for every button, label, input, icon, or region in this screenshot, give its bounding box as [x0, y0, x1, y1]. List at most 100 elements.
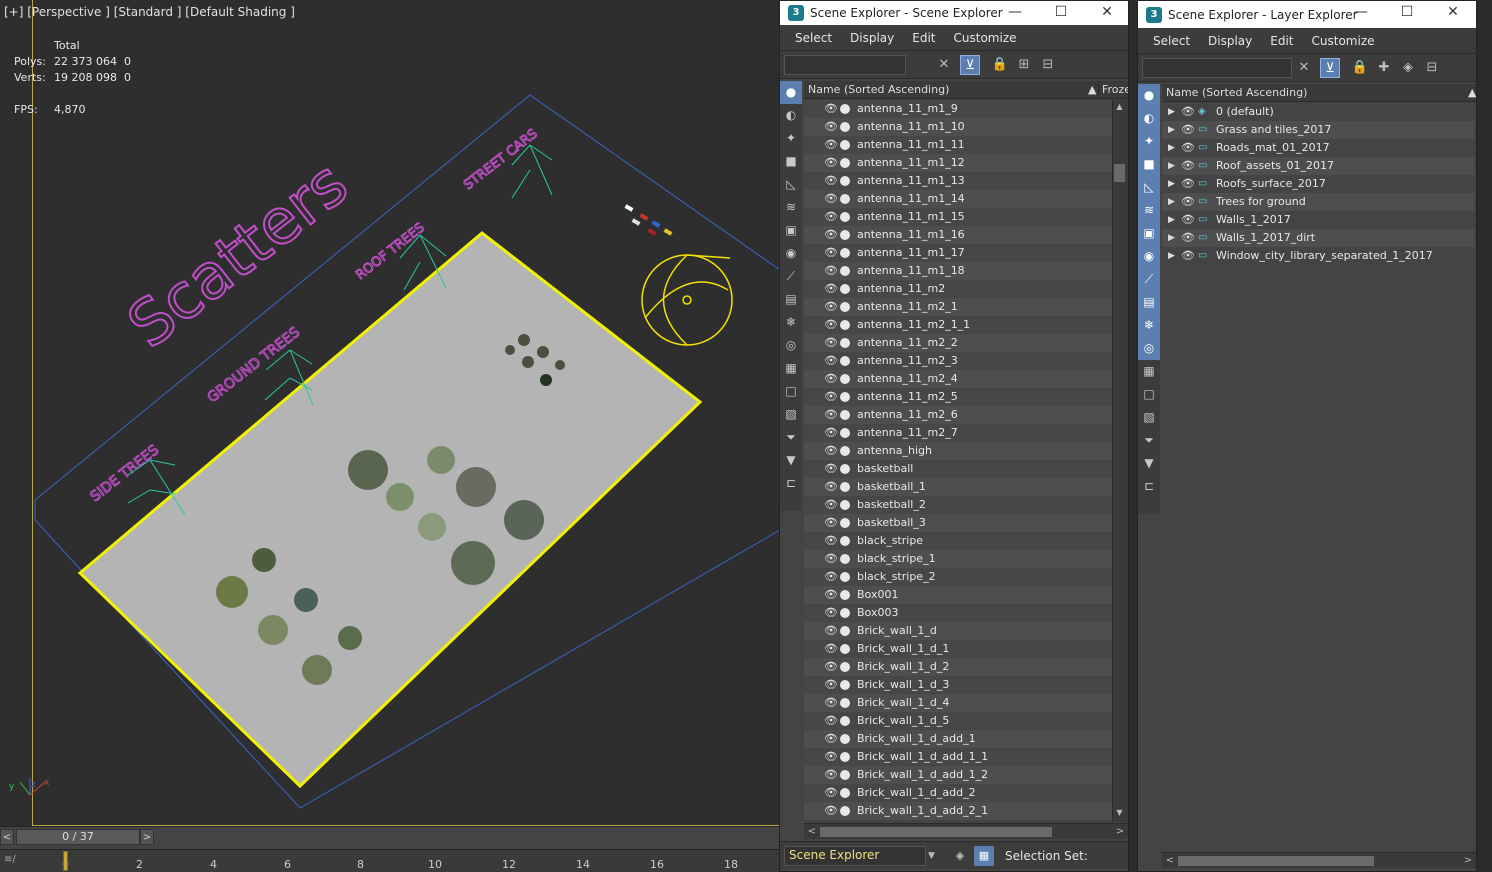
render-dot-icon[interactable] — [840, 302, 850, 312]
render-dot-icon[interactable] — [840, 212, 850, 222]
list-item[interactable]: 👁 Brick_wall_1_d_4 — [804, 694, 1112, 712]
list-item[interactable]: 👁 Brick_wall_1_d_add_1_1 — [804, 748, 1112, 766]
list-item[interactable]: 👁 antenna_11_m2_4 — [804, 370, 1112, 388]
list-item[interactable]: 👁 antenna_11_m1_15 — [804, 208, 1112, 226]
list-item[interactable]: 👁 antenna_11_m1_9 — [804, 100, 1112, 118]
timeline-ruler[interactable]: 0 2 4 6 8 10 12 14 16 18 — [0, 849, 779, 872]
minimize-button[interactable]: — — [992, 1, 1038, 25]
visibility-eye-icon[interactable]: 👁 — [824, 568, 838, 586]
render-dot-icon[interactable] — [840, 572, 850, 582]
hierarchy-icon[interactable]: ⊞ — [1014, 55, 1034, 75]
menu-display[interactable]: Display — [841, 31, 903, 45]
display-none-icon[interactable]: □ — [1138, 383, 1160, 406]
filter-funnel-icon[interactable]: ⏷ — [1138, 429, 1160, 452]
list-item[interactable]: 👁 basketball_1 — [804, 478, 1112, 496]
list-item[interactable]: 👁 antenna_11_m1_18 — [804, 262, 1112, 280]
expand-arrow-icon[interactable]: ▶ — [1168, 193, 1175, 211]
filter-funnel-icon[interactable]: ⏷ — [780, 426, 802, 449]
list-item[interactable]: 👁 antenna_11_m2 — [804, 280, 1112, 298]
visibility-eye-icon[interactable]: 👁 — [824, 424, 838, 442]
list-item[interactable]: 👁 antenna_11_m2_2 — [804, 334, 1112, 352]
groups-filter-icon[interactable]: ▣ — [780, 219, 802, 242]
render-dot-icon[interactable] — [840, 194, 850, 204]
render-dot-icon[interactable] — [840, 284, 850, 294]
hierarchy-mode-icon[interactable]: ▦ — [974, 846, 994, 866]
lights-filter-icon[interactable]: ✦ — [1138, 130, 1160, 153]
visibility-eye-icon[interactable]: 👁 — [824, 154, 838, 172]
list-item[interactable]: 👁 Brick_wall_1_d_1 — [804, 640, 1112, 658]
display-none-icon[interactable]: □ — [780, 380, 802, 403]
xrefs-filter-icon[interactable]: ◉ — [780, 242, 802, 265]
layers-stack-icon[interactable]: ◈ — [1398, 58, 1418, 78]
scene-canvas[interactable]: Scatters SIDE TREES GROUND TREES ROOF TR… — [0, 0, 779, 826]
render-dot-icon[interactable] — [840, 590, 850, 600]
sort-ascending-icon[interactable]: ▲ — [1468, 84, 1476, 102]
list-item[interactable]: 👁 Brick_wall_1_d_add_2 — [804, 784, 1112, 802]
render-dot-icon[interactable] — [840, 698, 850, 708]
search-input[interactable] — [784, 55, 906, 75]
list-item[interactable]: 👁 basketball — [804, 460, 1112, 478]
filter-toggle-icon[interactable]: ⊻ — [1320, 58, 1340, 78]
layers-icon[interactable]: ◈ — [950, 846, 970, 866]
maximize-button[interactable]: ☐ — [1384, 1, 1430, 25]
menu-display[interactable]: Display — [1199, 34, 1261, 48]
list-item[interactable]: 👁 Brick_wall_1_d — [804, 622, 1112, 640]
list-item[interactable]: 👁 antenna_11_m2_6 — [804, 406, 1112, 424]
list-item[interactable]: ▶ 👁 ▭ Walls_1_2017 — [1162, 211, 1474, 229]
menu-customize[interactable]: Customize — [945, 31, 1026, 45]
expand-arrow-icon[interactable]: ▶ — [1168, 247, 1175, 265]
helpers-filter-icon[interactable]: ◺ — [1138, 176, 1160, 199]
render-dot-icon[interactable] — [840, 500, 850, 510]
visibility-eye-icon[interactable]: 👁 — [824, 478, 838, 496]
visibility-eye-icon[interactable]: 👁 — [824, 100, 838, 118]
visibility-eye-icon[interactable]: 👁 — [824, 208, 838, 226]
list-item[interactable]: 👁 black_stripe_2 — [804, 568, 1112, 586]
expand-arrow-icon[interactable]: ▶ — [1168, 157, 1175, 175]
scene-object-list[interactable]: 👁 antenna_11_m1_9 👁 antenna_11_m1_10 👁 antenn… — [804, 100, 1112, 820]
list-item[interactable]: ▶ 👁 ◈ 0 (default) — [1162, 103, 1474, 121]
expand-arrow-icon[interactable]: ▶ — [1168, 211, 1175, 229]
maximize-button[interactable]: ☐ — [1038, 1, 1084, 25]
geometry-filter-icon[interactable]: ● — [780, 81, 802, 104]
visibility-eye-icon[interactable]: 👁 — [824, 730, 838, 748]
spacewarps-filter-icon[interactable]: ≋ — [1138, 199, 1160, 222]
visibility-eye-icon[interactable]: 👁 — [824, 352, 838, 370]
filter-icon[interactable]: ▼ — [1138, 452, 1160, 475]
menu-select[interactable]: Select — [1144, 34, 1199, 48]
visibility-eye-icon[interactable]: 👁 — [824, 316, 838, 334]
visibility-eye-icon[interactable]: 👁 — [1181, 139, 1195, 157]
visibility-eye-icon[interactable]: 👁 — [824, 514, 838, 532]
visibility-eye-icon[interactable]: 👁 — [824, 784, 838, 802]
visibility-eye-icon[interactable]: 👁 — [824, 532, 838, 550]
filter-toggle-icon[interactable]: ⊻ — [960, 55, 980, 75]
list-item[interactable]: 👁 Box001 — [804, 586, 1112, 604]
containers-filter-icon[interactable]: ▤ — [1138, 291, 1160, 314]
xrefs-filter-icon[interactable]: ◉ — [1138, 245, 1160, 268]
render-dot-icon[interactable] — [840, 158, 850, 168]
scene-list-vscrollbar[interactable]: ▲ ▼ — [1112, 100, 1128, 822]
render-dot-icon[interactable] — [840, 482, 850, 492]
clear-search-icon[interactable]: ✕ — [934, 55, 954, 75]
close-button[interactable]: ✕ — [1430, 1, 1476, 25]
layer-explorer-titlebar[interactable]: 3 Scene Explorer - Layer Explorer — ☐ ✕ — [1138, 1, 1476, 28]
list-item[interactable]: 👁 antenna_11_m2_3 — [804, 352, 1112, 370]
close-button[interactable]: ✕ — [1084, 1, 1128, 25]
perspective-viewport[interactable]: [+] [Perspective ] [Standard ] [Default … — [0, 0, 779, 826]
visibility-eye-icon[interactable]: 👁 — [824, 370, 838, 388]
list-item[interactable]: 👁 antenna_11_m1_12 — [804, 154, 1112, 172]
render-dot-icon[interactable] — [840, 392, 850, 402]
hierarchy-collapse-icon[interactable]: ⊟ — [1422, 58, 1442, 78]
sort-ascending-icon[interactable]: ▲ — [1088, 81, 1096, 99]
render-dot-icon[interactable] — [840, 752, 850, 762]
render-dot-icon[interactable] — [840, 788, 850, 798]
list-item[interactable]: 👁 Brick_wall_1_d_3 — [804, 676, 1112, 694]
visibility-eye-icon[interactable]: 👁 — [824, 442, 838, 460]
bones-filter-icon[interactable]: ⟋ — [1138, 268, 1160, 291]
render-dot-icon[interactable] — [840, 608, 850, 618]
spacewarps-filter-icon[interactable]: ≋ — [780, 196, 802, 219]
geometry-filter-icon[interactable]: ● — [1138, 84, 1160, 107]
lock-icon[interactable]: 🔒 — [1350, 58, 1370, 78]
street-car-assets[interactable] — [624, 204, 673, 236]
render-dot-icon[interactable] — [840, 644, 850, 654]
bones-filter-icon[interactable]: ⟋ — [780, 265, 802, 288]
